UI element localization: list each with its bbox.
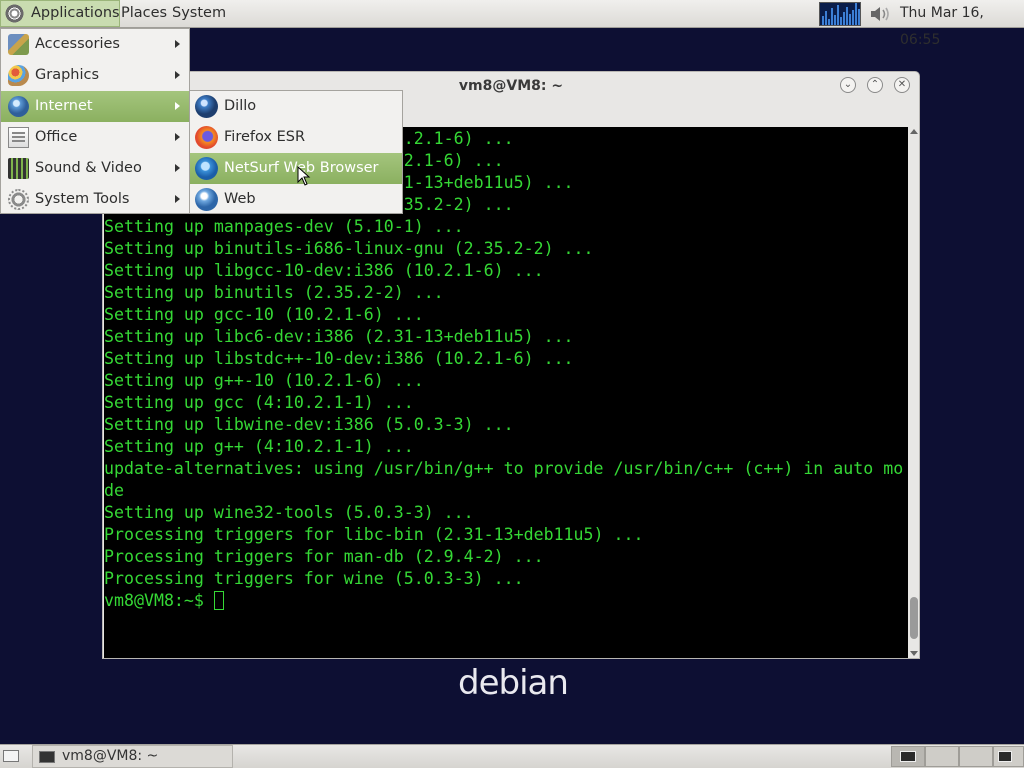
places-menu-button[interactable]: Places	[117, 0, 171, 27]
menu-item-office[interactable]: Office	[1, 122, 189, 153]
scroll-up-arrow-icon[interactable]	[910, 129, 918, 134]
terminal-line: Setting up wine32-tools (5.0.3-3) ...	[104, 503, 474, 522]
terminal-line: Setting up g++-10 (10.2.1-6) ...	[104, 371, 424, 390]
dillo-icon	[195, 95, 218, 118]
terminal-line: Setting up g++ (4:10.2.1-1) ...	[104, 437, 414, 456]
menu-item-label: Dillo	[224, 98, 257, 114]
show-desktop-icon[interactable]	[3, 750, 19, 762]
system-menu-button[interactable]: System	[168, 0, 230, 27]
menu-item-system-tools[interactable]: System Tools	[1, 184, 189, 215]
terminal-line: Setting up libwine-dev:i386 (5.0.3-3) ..…	[104, 415, 514, 434]
accessories-icon	[8, 34, 29, 55]
terminal-prompt: vm8@VM8:~$	[104, 591, 214, 610]
terminal-line: Setting up libc6-dev:i386 (2.31-13+deb11…	[104, 327, 574, 346]
workspace-3[interactable]	[959, 746, 993, 767]
text-cursor	[213, 591, 224, 610]
gnome-foot-icon	[5, 4, 24, 23]
terminal-line: Setting up libstdc++-10-dev:i386 (10.2.1…	[104, 349, 574, 368]
submenu-arrow-icon	[175, 164, 180, 172]
menu-item-label: Sound & Video	[35, 160, 142, 176]
menu-item-dillo[interactable]: Dillo	[190, 91, 402, 122]
workspace-1[interactable]	[891, 746, 925, 767]
volume-icon[interactable]	[869, 5, 891, 23]
firefox-icon	[195, 126, 218, 149]
terminal-line: update-alternatives: using /usr/bin/g++ …	[104, 459, 904, 478]
web-icon	[195, 188, 218, 211]
top-panel: Applications Places System Thu Mar 16, 0…	[0, 0, 1024, 48]
internet-submenu: Dillo Firefox ESR NetSurf Web Browser We…	[189, 90, 403, 214]
internet-icon	[8, 96, 29, 117]
submenu-arrow-icon	[175, 102, 180, 110]
applications-menu-button[interactable]: Applications	[0, 0, 120, 27]
terminal-line: Setting up manpages-dev (5.10-1) ...	[104, 217, 464, 236]
terminal-line: Setting up gcc (4:10.2.1-1) ...	[104, 393, 414, 412]
system-monitor-applet[interactable]	[819, 2, 861, 26]
close-button[interactable]: ✕	[894, 77, 910, 93]
terminal-line: de	[104, 481, 124, 500]
minimize-button[interactable]: ⌄	[840, 77, 856, 93]
menu-item-accessories[interactable]: Accessories	[1, 29, 189, 60]
menu-item-label: Graphics	[35, 67, 100, 83]
terminal-line: Processing triggers for wine (5.0.3-3) .…	[104, 569, 524, 588]
terminal-prompt-line[interactable]: vm8@VM8:~$	[104, 590, 903, 612]
terminal-line: Processing triggers for man-db (2.9.4-2)…	[104, 547, 544, 566]
maximize-button[interactable]: ⌃	[867, 77, 883, 93]
menu-item-label: Internet	[35, 98, 93, 114]
menu-item-label: Office	[35, 129, 78, 145]
terminal-line: Setting up binutils-i686-linux-gnu (2.35…	[104, 239, 594, 258]
menu-item-sound-video[interactable]: Sound & Video	[1, 153, 189, 184]
menu-item-label: Web	[224, 191, 256, 207]
terminal-icon	[39, 751, 55, 763]
sound-video-icon	[8, 158, 29, 179]
system-tools-icon	[8, 189, 29, 210]
netsurf-icon	[195, 157, 218, 180]
terminal-line: Setting up gcc-10 (10.2.1-6) ...	[104, 305, 424, 324]
menu-item-label: System Tools	[35, 191, 130, 207]
workspace-2[interactable]	[925, 746, 959, 767]
menu-item-label: Firefox ESR	[224, 129, 306, 145]
mouse-pointer-icon	[297, 166, 311, 186]
bottom-panel: vm8@VM8: ~	[0, 744, 1024, 768]
terminal-scrollbar[interactable]	[909, 127, 919, 658]
menu-item-label: Accessories	[35, 36, 120, 52]
terminal-line: Setting up libgcc-10-dev:i386 (10.2.1-6)…	[104, 261, 544, 280]
menu-item-firefox-esr[interactable]: Firefox ESR	[190, 122, 402, 153]
taskbar-item-label: vm8@VM8: ~	[62, 748, 159, 764]
office-icon	[8, 127, 29, 148]
taskbar-item-terminal[interactable]: vm8@VM8: ~	[32, 745, 233, 768]
workspace-4[interactable]	[993, 746, 1024, 767]
menu-item-web[interactable]: Web	[190, 184, 402, 215]
submenu-arrow-icon	[175, 40, 180, 48]
applications-label: Applications	[31, 5, 120, 21]
submenu-arrow-icon	[175, 195, 180, 203]
submenu-arrow-icon	[175, 71, 180, 79]
terminal-line: Setting up binutils (2.35.2-2) ...	[104, 283, 444, 302]
graphics-icon	[8, 65, 29, 86]
debian-logo: debian	[458, 663, 569, 703]
applications-dropdown: Accessories Graphics Internet Office Sou…	[0, 28, 190, 214]
terminal-line: Processing triggers for libc-bin (2.31-1…	[104, 525, 644, 544]
scroll-down-arrow-icon[interactable]	[910, 651, 918, 656]
menu-item-netsurf[interactable]: NetSurf Web Browser	[190, 153, 402, 184]
scrollbar-thumb[interactable]	[910, 597, 918, 639]
menu-item-graphics[interactable]: Graphics	[1, 60, 189, 91]
menu-item-internet[interactable]: Internet	[1, 91, 189, 122]
clock[interactable]: Thu Mar 16, 06:55	[900, 0, 1024, 48]
submenu-arrow-icon	[175, 133, 180, 141]
